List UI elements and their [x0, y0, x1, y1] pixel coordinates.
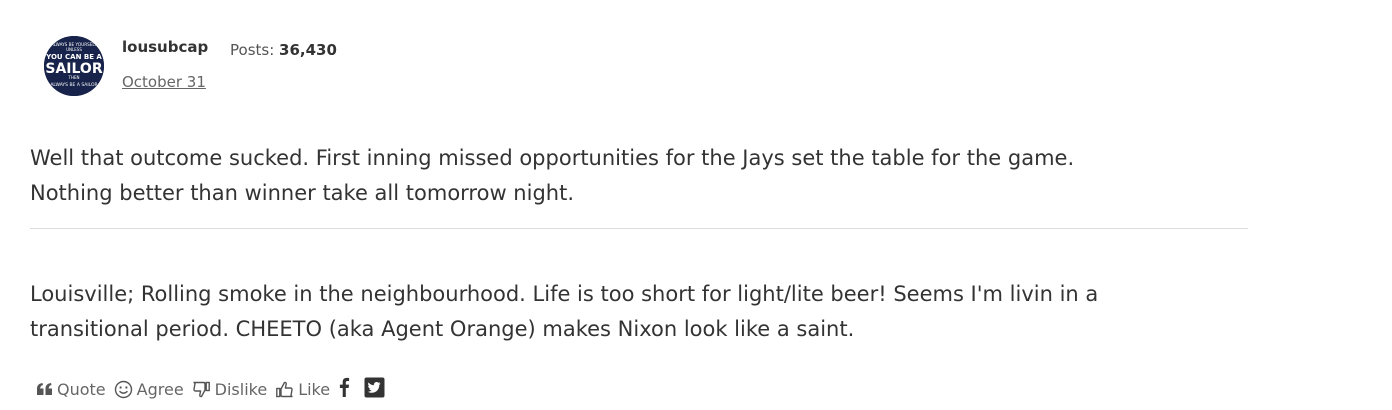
signature-divider: [30, 228, 1248, 229]
avatar-text-5: THEN: [68, 75, 80, 80]
post-date-link[interactable]: October 31: [122, 73, 206, 91]
dislike-label: Dislike: [214, 379, 268, 399]
signature-line: Louisville; Rolling smoke in the neighbo…: [30, 282, 1099, 306]
thumbs-down-icon: [192, 380, 211, 399]
avatar[interactable]: ALWAYS BE YOURSELF UNLESS YOU CAN BE A S…: [44, 36, 104, 96]
avatar-text-3: YOU CAN BE A: [45, 53, 102, 61]
author-name-link[interactable]: lousubcap: [122, 38, 208, 56]
quote-icon: [36, 382, 53, 396]
post-count: Posts: 36,430: [230, 41, 337, 59]
avatar-text-6: ALWAYS BE A SAILOR: [50, 82, 97, 88]
share-facebook-button[interactable]: [338, 377, 350, 401]
avatar-text-2: UNLESS: [66, 47, 82, 52]
posts-count-value: 36,430: [279, 41, 337, 59]
avatar-image: ALWAYS BE YOURSELF UNLESS YOU CAN BE A S…: [44, 36, 104, 96]
share-twitter-button[interactable]: [364, 377, 385, 402]
post-body: Well that outcome sucked. First inning m…: [30, 141, 1250, 211]
like-label: Like: [298, 379, 331, 399]
user-signature: Louisville; Rolling smoke in the neighbo…: [30, 277, 1230, 347]
dislike-button[interactable]: Dislike: [192, 379, 268, 399]
forum-post: ALWAYS BE YOURSELF UNLESS YOU CAN BE A S…: [0, 0, 1392, 410]
quote-label: Quote: [57, 379, 106, 399]
post-body-line: Nothing better than winner take all tomo…: [30, 181, 574, 205]
like-button[interactable]: Like: [275, 380, 330, 399]
smiley-icon: [114, 380, 133, 399]
agree-label: Agree: [136, 379, 184, 399]
twitter-icon: [364, 377, 385, 402]
agree-button[interactable]: Agree: [114, 380, 184, 399]
post-body-line: Well that outcome sucked. First inning m…: [30, 146, 1075, 170]
facebook-icon: [338, 377, 350, 401]
reaction-bar: Quote Agree Dislike Like: [36, 376, 399, 402]
quote-button[interactable]: Quote: [36, 380, 106, 399]
posts-label: Posts:: [230, 41, 275, 59]
thumbs-up-icon: [275, 380, 294, 399]
signature-line: transitional period. CHEETO (aka Agent O…: [30, 317, 855, 341]
